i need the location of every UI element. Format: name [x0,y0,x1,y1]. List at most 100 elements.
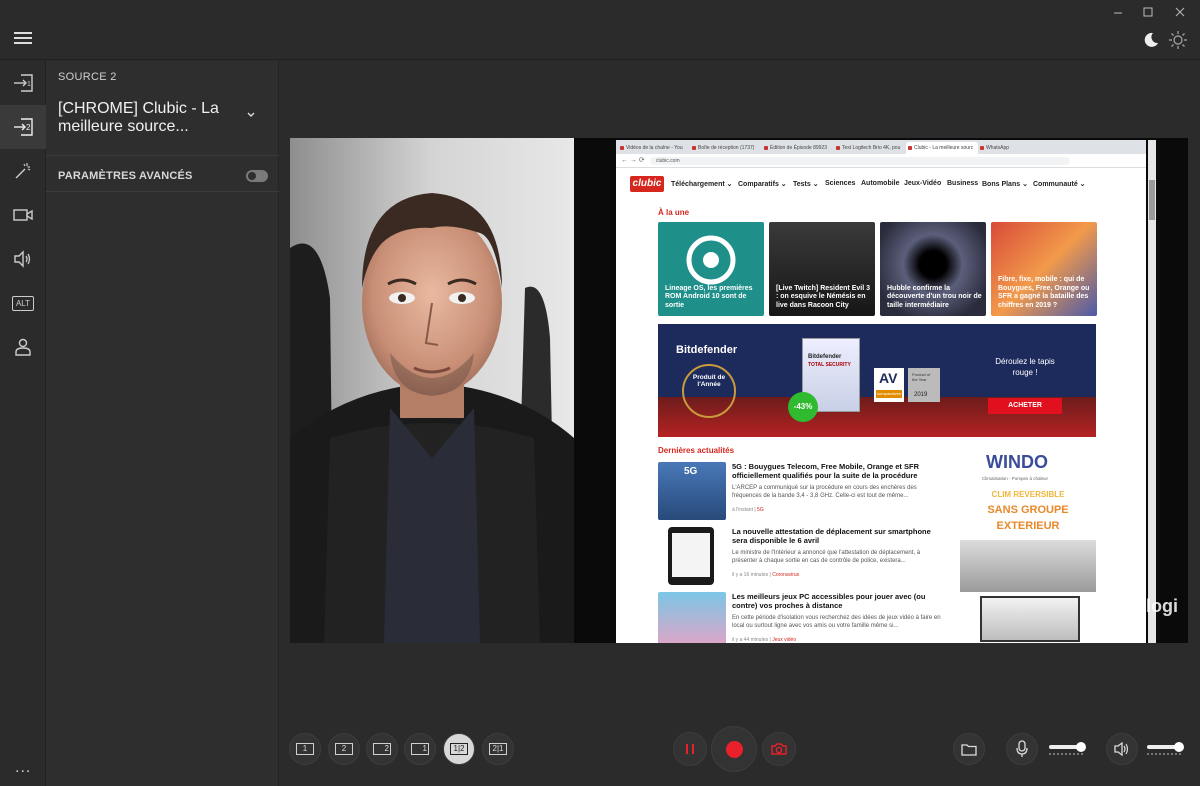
box-line1: Bitdefender [808,354,842,360]
left-rail: 1 2 ALT ... [0,61,46,786]
card-title: Fibre, fixe, mobile : qui de Bouygues, F… [998,276,1090,309]
layout-pip-1-icon[interactable]: 1 [404,733,436,765]
av-logo: AV [879,370,898,386]
minimize-icon[interactable] [1111,6,1125,20]
news-tag: 5G [757,507,764,513]
headline-card: Fibre, fixe, mobile : qui de Bouygues, F… [991,222,1097,316]
nav-item: Business [947,180,979,187]
layout-split-reverse-icon[interactable]: 2|1 [482,733,514,765]
site-nav: clubic Téléchargement ⌄ Comparatifs ⌄ Te… [616,168,1136,194]
news-thumbnail [658,592,726,643]
preview-area: Vidéos de la chaîne - You Boîte de récep… [290,138,1188,643]
news-description: L'ARCEP a communiqué sur la procédure en… [732,485,917,499]
discount-badge: -43% [788,392,818,422]
more-options-icon[interactable]: ... [15,759,31,777]
section-title: À la une [658,208,690,217]
advanced-settings-toggle[interactable] [246,170,268,182]
record-icon[interactable] [711,726,757,772]
layout-single-2-icon[interactable]: 2 [328,733,360,765]
thumb-label: 5G [684,466,698,477]
layout-label: 1 [296,743,314,755]
news-thumbnail: 5G [658,462,726,520]
news-thumbnail [658,527,726,585]
source-1-icon[interactable]: 1 [0,61,46,105]
sun-icon[interactable] [1168,30,1188,50]
divider [46,191,279,192]
news-title: 5G : Bouygues Telecom, Free Mobile, Oran… [732,462,919,480]
camera-icon[interactable] [0,193,46,237]
app-window: 1 2 ALT ... SOURCE 2 [CHROME] Clubic - L… [0,0,1200,786]
url-field: clubic.com [650,157,1070,165]
layout-label: 1|2 [450,743,468,755]
news-time: il y a 44 minutes [732,637,769,643]
advanced-settings-label: PARAMÈTRES AVANCÉS [58,170,193,182]
browser-address-bar: ← → ⟳ clubic.com [616,154,1146,168]
speaker-volume-slider[interactable] [1147,742,1184,755]
news-tag: Jeux vidéo [772,637,797,643]
ad-buy-button: ACHETER [988,398,1062,414]
nav-item: Automobile [861,180,900,187]
alt-label: ALT [11,295,35,311]
windo-line1: CLIM REVERSIBLE [991,490,1065,499]
windo-brand: WINDO [986,452,1048,472]
slider-knob[interactable] [1076,742,1086,752]
mic-volume-slider[interactable] [1049,742,1086,755]
news-meta: à l'instant | 5G [732,507,764,513]
browser-nav-icons: ← → ⟳ [621,157,645,164]
ad-brand: Bitdefender [676,344,738,356]
record-dot [725,740,743,758]
nav-item: Communauté ⌄ [1033,181,1086,188]
browser-tab-active: Clubic - La meilleure sourc [906,142,978,154]
headline-card: Hubble confirme la découverte d'un trou … [880,222,986,316]
news-tag: Coronavirus [772,572,800,578]
chevron-down-icon[interactable] [245,108,257,120]
hamburger-icon[interactable] [14,32,32,46]
news-item: Les meilleurs jeux PC accessibles pour j… [658,592,948,643]
layout-label: 2 [335,743,353,755]
layout-label: 2|1 [489,743,507,755]
bitdefender-ad: Bitdefender Produit de l'Année Bitdefend… [658,324,1096,437]
browser-tab: WhatsApp [978,142,1050,154]
windo-line3: EXTERIEUR [996,520,1060,532]
microphone-icon[interactable] [1006,733,1038,765]
level-meter [1049,753,1083,755]
pause-icon[interactable] [673,732,707,766]
ad-tagline: Déroulez le tapis rouge ! [995,357,1055,377]
card-title: Lineage OS, les premières ROM Android 10… [665,284,753,309]
alt-icon[interactable]: ALT [0,281,46,325]
speaker-icon[interactable] [1106,733,1138,765]
phone-screen [672,533,710,577]
nav-item: Tests ⌄ [793,181,819,188]
layout-label: 2 [373,743,391,755]
card-title: Hubble confirme la découverte d'un trou … [887,284,982,309]
browser-tabstrip: Vidéos de la chaîne - You Boîte de récep… [616,140,1146,154]
maximize-icon[interactable] [1141,6,1155,20]
news-item: La nouvelle attestation de déplacement s… [658,527,948,589]
windo-sub: Climatisation - Pompes à chaleur [982,476,1049,481]
award-text: Produit de l'Année [692,374,726,388]
camera-snapshot-icon[interactable] [762,732,796,766]
layout-single-1-icon[interactable]: 1 [289,733,321,765]
user-icon[interactable] [0,325,46,369]
windo-ad: WINDO Climatisation - Pompes à chaleur C… [960,444,1096,643]
slider-knob[interactable] [1174,742,1184,752]
layout-label: 1 [411,743,429,755]
nav-item: Jeux-Vidéo [904,180,942,187]
windo-product [980,596,1080,642]
layout-pip-2-icon[interactable]: 2 [366,733,398,765]
svg-text:1: 1 [27,81,31,88]
news-description: En cette période d'isolation vous recher… [732,615,941,629]
headline-card: [Live Twitch] Resident Evil 3 : on esqui… [769,222,875,316]
av-year: 2019 [914,392,928,398]
layout-split-icon[interactable]: 1|2 [443,733,475,765]
source-2-icon[interactable]: 2 [0,105,46,149]
svg-text:2: 2 [26,123,31,132]
moon-icon[interactable] [1141,30,1161,50]
title-bar [0,0,1200,28]
close-icon[interactable] [1173,6,1187,20]
speaker-icon[interactable] [0,237,46,281]
scrollbar-thumb [1149,180,1155,220]
source-select[interactable]: [CHROME] Clubic - La meilleure source... [58,100,238,136]
magic-wand-icon[interactable] [0,149,46,193]
folder-icon[interactable] [953,733,985,765]
